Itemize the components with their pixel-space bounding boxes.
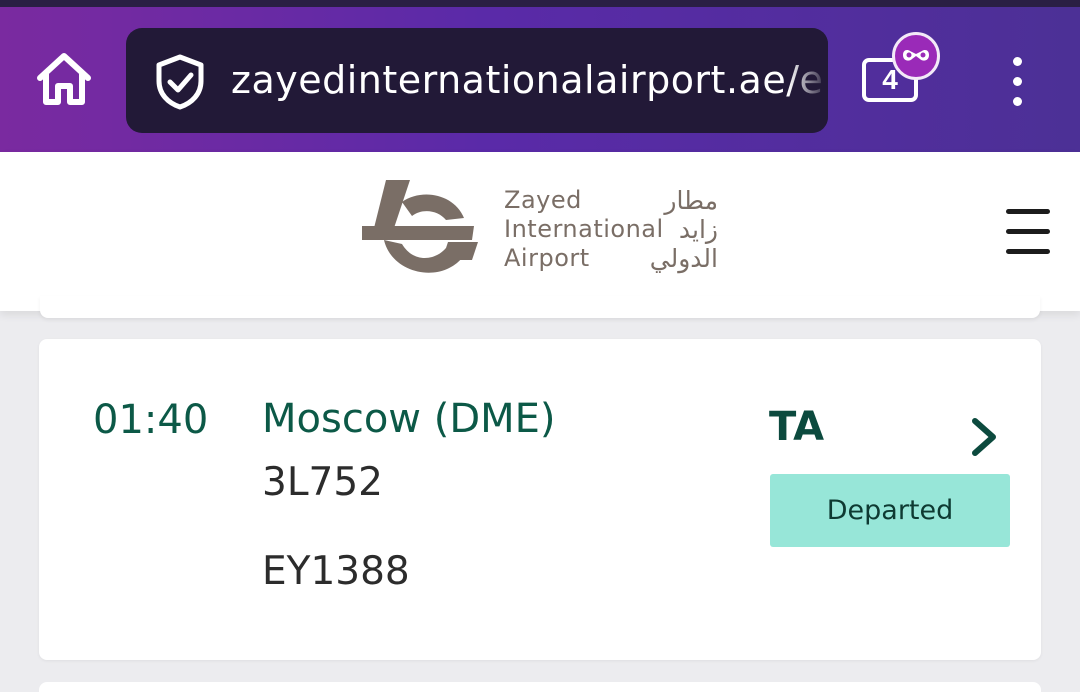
home-icon	[37, 53, 91, 105]
shield-check-icon[interactable]	[154, 54, 206, 110]
next-flight-card[interactable]	[39, 682, 1041, 692]
hamburger-icon	[1006, 209, 1050, 214]
hamburger-icon-bar	[1006, 249, 1050, 254]
more-vert-icon-dot	[1013, 97, 1022, 106]
logo-line-ar: زايد	[678, 215, 718, 244]
logo-line-ar: مطار	[664, 186, 718, 215]
address-bar[interactable]: zayedinternationalairport.ae/en/Fl	[126, 28, 828, 133]
more-vert-icon-dot	[1013, 77, 1022, 86]
url-text[interactable]: zayedinternationalairport.ae/en/Fl	[231, 58, 826, 102]
flight-number: 3L752	[262, 460, 383, 505]
more-vert-icon	[1013, 57, 1022, 66]
site-menu-button[interactable]	[1006, 207, 1050, 257]
site-header: Zayed International Airport مطار زايد ال…	[0, 152, 1080, 311]
flight-card[interactable]: 01:40 Moscow (DME) 3L752 EY1388 TA Depar…	[39, 339, 1041, 660]
hamburger-icon-bar	[1006, 229, 1050, 234]
zayed-airport-logo-icon[interactable]	[362, 180, 480, 284]
codeshare-number: EY1388	[262, 549, 410, 594]
flight-destination: Moscow (DME)	[262, 396, 556, 442]
incognito-mask-icon	[903, 50, 929, 61]
logo-line-ar: الدولي	[649, 244, 718, 273]
browser-menu-button[interactable]	[1005, 57, 1031, 107]
logo-text-arabic: مطار زايد الدولي	[594, 186, 718, 273]
chevron-right-icon[interactable]	[967, 417, 1001, 457]
browser-toolbar: zayedinternationalairport.ae/en/Fl 4	[0, 0, 1080, 152]
terminal-label: TA	[769, 404, 825, 450]
status-strip	[0, 0, 1080, 7]
url-fade	[788, 28, 828, 133]
incognito-badge	[892, 32, 940, 80]
previous-flight-card[interactable]	[40, 296, 1040, 318]
status-badge: Departed	[770, 474, 1010, 547]
flight-time: 01:40	[93, 397, 209, 443]
home-button[interactable]	[32, 48, 96, 112]
